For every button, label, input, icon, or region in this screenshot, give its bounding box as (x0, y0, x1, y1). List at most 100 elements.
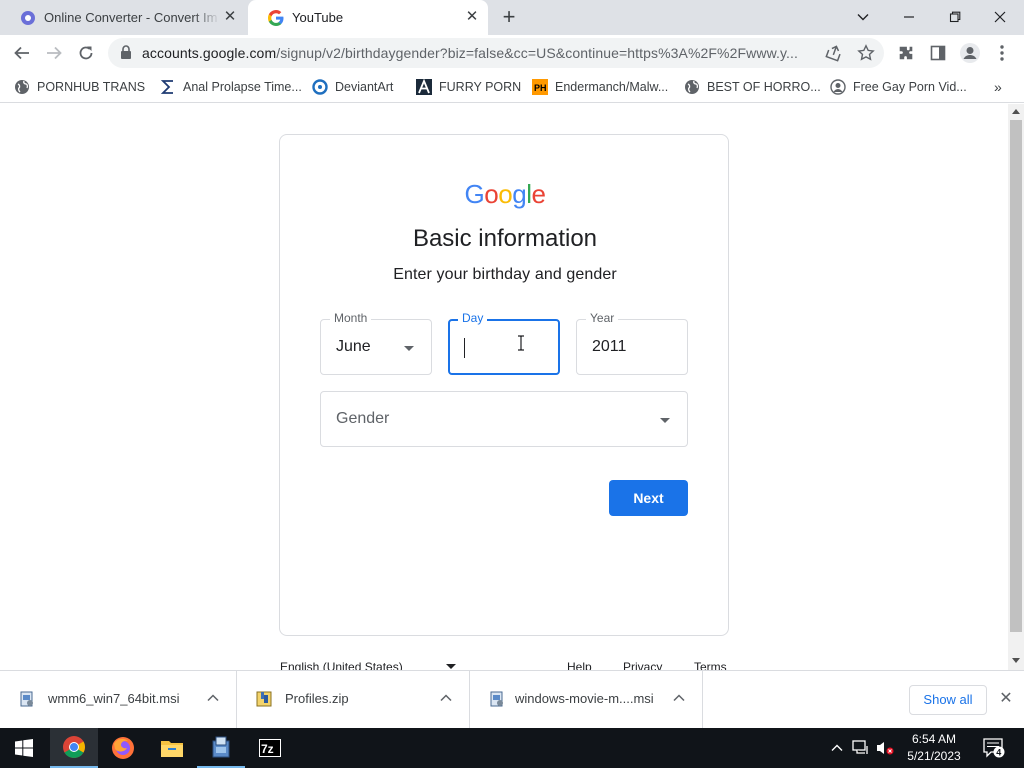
terms-link[interactable]: Terms (694, 660, 727, 670)
bookmark-star-icon[interactable] (857, 44, 875, 67)
tab-online-converter[interactable]: Online Converter - Convert Im ✕ (0, 0, 246, 35)
show-hidden-icons-icon[interactable] (830, 741, 844, 760)
windows-taskbar: 7z 6:54 AM 5/21/2023 4 (0, 728, 1024, 768)
lock-icon[interactable] (120, 45, 132, 64)
avatar-icon (830, 79, 846, 95)
zip-archive-icon (255, 690, 273, 708)
profile-avatar-icon[interactable] (958, 41, 982, 65)
scroll-thumb[interactable] (1010, 120, 1022, 632)
page-subtitle: Enter your birthday and gender (393, 266, 617, 283)
bookmark-label: BEST OF HORRO... (707, 80, 821, 94)
file-explorer-icon[interactable] (148, 728, 196, 768)
download-item[interactable]: windows-movie-m....msi (470, 671, 703, 729)
address-bar[interactable]: accounts.google.com/signup/v2/birthdayge… (108, 38, 884, 68)
download-item[interactable]: wmm6_win7_64bit.msi (0, 671, 237, 729)
download-item[interactable]: Profiles.zip (237, 671, 470, 729)
month-label: Month (330, 311, 372, 325)
deviantart-icon (312, 79, 328, 95)
bookmark-item[interactable]: BEST OF HORRO... (684, 77, 821, 97)
page-content: Google Basic information Enter your birt… (0, 104, 1008, 670)
ph-icon: PH (532, 79, 548, 95)
forward-icon[interactable] (42, 41, 66, 65)
scroll-up-icon[interactable] (1012, 109, 1020, 114)
close-tab-icon[interactable]: ✕ (222, 9, 238, 25)
7zip-icon[interactable]: 7z (246, 728, 294, 768)
url-host: accounts.google.com (142, 45, 277, 61)
bookmark-label: Endermanch/Malw... (555, 80, 669, 94)
logo-letter: o (484, 179, 499, 209)
bookmark-item[interactable]: PORNHUB TRANS (14, 77, 145, 97)
browser-toolbar: accounts.google.com/signup/v2/birthdayge… (0, 35, 1024, 71)
share-icon[interactable] (825, 44, 843, 67)
language-select[interactable]: English (United States) (280, 660, 403, 670)
bookmark-item[interactable]: DeviantArt (312, 77, 393, 97)
day-input[interactable]: Day (448, 311, 560, 375)
close-tab-icon[interactable]: ✕ (464, 9, 480, 25)
minimize-icon[interactable] (895, 4, 923, 30)
chevron-up-icon[interactable] (206, 691, 220, 705)
logo-letter: o (498, 179, 513, 209)
privacy-link[interactable]: Privacy (623, 660, 662, 670)
help-link[interactable]: Help (567, 660, 592, 670)
chevron-up-icon[interactable] (672, 691, 686, 705)
notification-count: 4 (996, 748, 1001, 758)
bookmark-label: Anal Prolapse Time... (183, 80, 302, 94)
reload-icon[interactable] (74, 41, 98, 65)
system-clock[interactable]: 6:54 AM 5/21/2023 (896, 731, 972, 765)
svg-text:7z: 7z (261, 742, 274, 756)
google-logo: Google (280, 179, 730, 210)
a-logo-icon (416, 79, 432, 95)
svg-text:PH: PH (534, 83, 547, 93)
notification-center-icon[interactable]: 4 (983, 738, 1005, 763)
scroll-down-icon[interactable] (1012, 658, 1020, 663)
chevron-up-icon[interactable] (439, 691, 453, 705)
bookmark-label: FURRY PORN (439, 80, 522, 94)
page-title: Basic information (412, 225, 598, 252)
scrollbar[interactable] (1008, 104, 1024, 670)
sigma-icon (160, 79, 176, 95)
tab-search-icon[interactable] (849, 4, 877, 30)
msi-installer-icon (18, 690, 36, 708)
firefox-icon[interactable] (99, 728, 147, 768)
network-icon[interactable] (852, 740, 870, 761)
side-panel-icon[interactable] (926, 41, 950, 65)
url-text[interactable]: accounts.google.com/signup/v2/birthdayge… (142, 45, 814, 61)
logo-letter: e (531, 179, 546, 209)
year-input[interactable]: Year 2011 (576, 311, 688, 375)
more-bookmarks-icon[interactable]: » (994, 77, 1002, 97)
bookmark-item[interactable]: Free Gay Porn Vid... (830, 77, 967, 97)
back-icon[interactable] (10, 41, 34, 65)
tab-youtube[interactable]: YouTube ✕ (248, 0, 488, 35)
gender-select[interactable]: Gender (320, 391, 688, 447)
restore-icon[interactable] (941, 4, 969, 30)
new-tab-button[interactable]: + (498, 6, 520, 28)
download-filename: Profiles.zip (285, 691, 349, 706)
bookmark-label: PORNHUB TRANS (37, 80, 146, 94)
bookmark-item[interactable]: FURRY PORN (416, 77, 521, 97)
start-icon[interactable] (0, 728, 48, 768)
chrome-icon[interactable] (50, 728, 98, 768)
signup-card: Google Basic information Enter your birt… (279, 134, 729, 636)
extensions-icon[interactable] (894, 41, 918, 65)
bookmark-label: Free Gay Porn Vid... (853, 80, 967, 94)
show-all-downloads-button[interactable]: Show all (909, 685, 987, 715)
installer-icon[interactable] (197, 728, 245, 768)
download-shelf: wmm6_win7_64bit.msi Profiles.zip windows… (0, 670, 1024, 729)
month-value: June (336, 338, 371, 355)
next-button[interactable]: Next (609, 480, 688, 516)
volume-muted-icon[interactable] (876, 740, 894, 761)
close-window-icon[interactable] (986, 4, 1014, 30)
globe-icon (14, 79, 30, 95)
chevron-down-icon (404, 346, 414, 351)
close-shelf-icon[interactable]: ✕ (998, 691, 1014, 707)
bookmarks-bar: PORNHUB TRANS Anal Prolapse Time... Devi… (0, 71, 1024, 103)
bookmark-item[interactable]: Anal Prolapse Time... (160, 77, 302, 97)
gender-placeholder: Gender (336, 410, 390, 427)
url-path: /signup/v2/birthdaygender?biz=false&cc=U… (276, 45, 799, 61)
day-label: Day (458, 311, 488, 325)
month-select[interactable]: Month June (320, 311, 432, 375)
logo-letter: G (464, 179, 485, 209)
bookmark-item[interactable]: PH Endermanch/Malw... (532, 77, 668, 97)
year-value: 2011 (592, 338, 627, 355)
menu-kebab-icon[interactable] (990, 41, 1014, 65)
